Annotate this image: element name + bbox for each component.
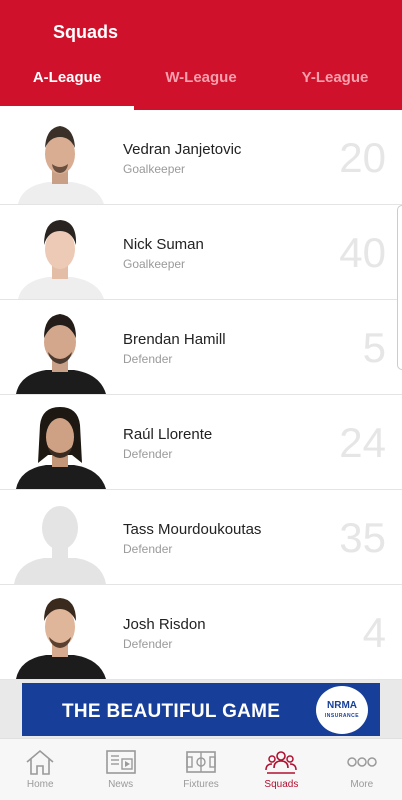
squad-list[interactable]: Vedran Janjetovic Goalkeeper 20 Nick Sum…: [0, 110, 402, 680]
nav-label: News: [108, 779, 134, 790]
player-photo: [12, 300, 108, 394]
player-name: Nick Suman: [123, 236, 204, 253]
player-position: Defender: [123, 542, 173, 556]
nav-more[interactable]: More: [322, 739, 402, 800]
player-photo: [12, 395, 108, 489]
player-row[interactable]: Raúl Llorente Defender 24: [0, 395, 402, 490]
player-name: Raúl Llorente: [123, 426, 213, 443]
player-number: 20: [339, 134, 386, 181]
logo-text: NRMA: [327, 700, 357, 711]
home-icon: [26, 749, 54, 775]
player-name: Josh Risdon: [123, 616, 206, 633]
player-position: Defender: [123, 447, 173, 461]
ad-headline: THE BEAUTIFUL GAME: [62, 701, 281, 722]
league-tabs: A-League W-League Y-League: [0, 62, 402, 110]
nav-squads[interactable]: Squads: [241, 739, 321, 800]
nrma-logo: NRMA INSURANCE: [316, 686, 368, 734]
player-number: 24: [339, 419, 386, 466]
ad-banner-area: THE BEAUTIFUL GAME NRMA INSURANCE: [0, 680, 402, 738]
player-name: Brendan Hamill: [123, 331, 226, 348]
player-row[interactable]: Vedran Janjetovic Goalkeeper 20: [0, 110, 402, 205]
player-position: Defender: [123, 637, 173, 651]
pitch-icon: [186, 751, 216, 773]
player-photo: [12, 205, 108, 299]
player-placeholder-icon: [12, 490, 108, 584]
player-position: Defender: [123, 352, 173, 366]
more-icon: [347, 757, 377, 767]
player-position: Goalkeeper: [123, 257, 186, 271]
tab-y-league[interactable]: Y-League: [268, 62, 402, 110]
player-photo: [12, 585, 108, 679]
nav-label: Squads: [264, 779, 299, 790]
bottom-nav: Home News Fixtures Squads More: [0, 738, 402, 800]
player-number: 40: [339, 229, 386, 276]
logo-subtext: INSURANCE: [324, 713, 360, 719]
nav-label: Home: [26, 779, 54, 790]
tab-a-league[interactable]: A-League: [0, 62, 134, 110]
app-header: Squads A-League W-League Y-League: [0, 0, 402, 110]
tab-w-league[interactable]: W-League: [134, 62, 268, 110]
nav-label: Fixtures: [183, 779, 219, 790]
nav-label: More: [350, 779, 374, 790]
player-photo: [12, 110, 108, 204]
player-number: 5: [362, 324, 386, 371]
player-row[interactable]: Josh Risdon Defender 4: [0, 585, 402, 680]
player-row[interactable]: Nick Suman Goalkeeper 40: [0, 205, 402, 300]
page-title: Squads: [53, 22, 119, 42]
news-icon: [105, 750, 136, 774]
player-name: Vedran Janjetovic: [123, 141, 242, 158]
player-name: Tass Mourdoukoutas: [123, 521, 262, 538]
scroll-indicator[interactable]: [397, 205, 402, 370]
player-row[interactable]: Tass Mourdoukoutas Defender 35: [0, 490, 402, 585]
player-position: Goalkeeper: [123, 162, 186, 176]
player-number: 35: [339, 514, 386, 561]
nav-home[interactable]: Home: [0, 739, 80, 800]
ad-banner[interactable]: THE BEAUTIFUL GAME NRMA INSURANCE: [22, 683, 380, 736]
squads-icon: [265, 751, 298, 774]
nav-news[interactable]: News: [80, 739, 160, 800]
player-row[interactable]: Brendan Hamill Defender 5: [0, 300, 402, 395]
player-number: 4: [362, 609, 386, 656]
nav-fixtures[interactable]: Fixtures: [161, 739, 241, 800]
